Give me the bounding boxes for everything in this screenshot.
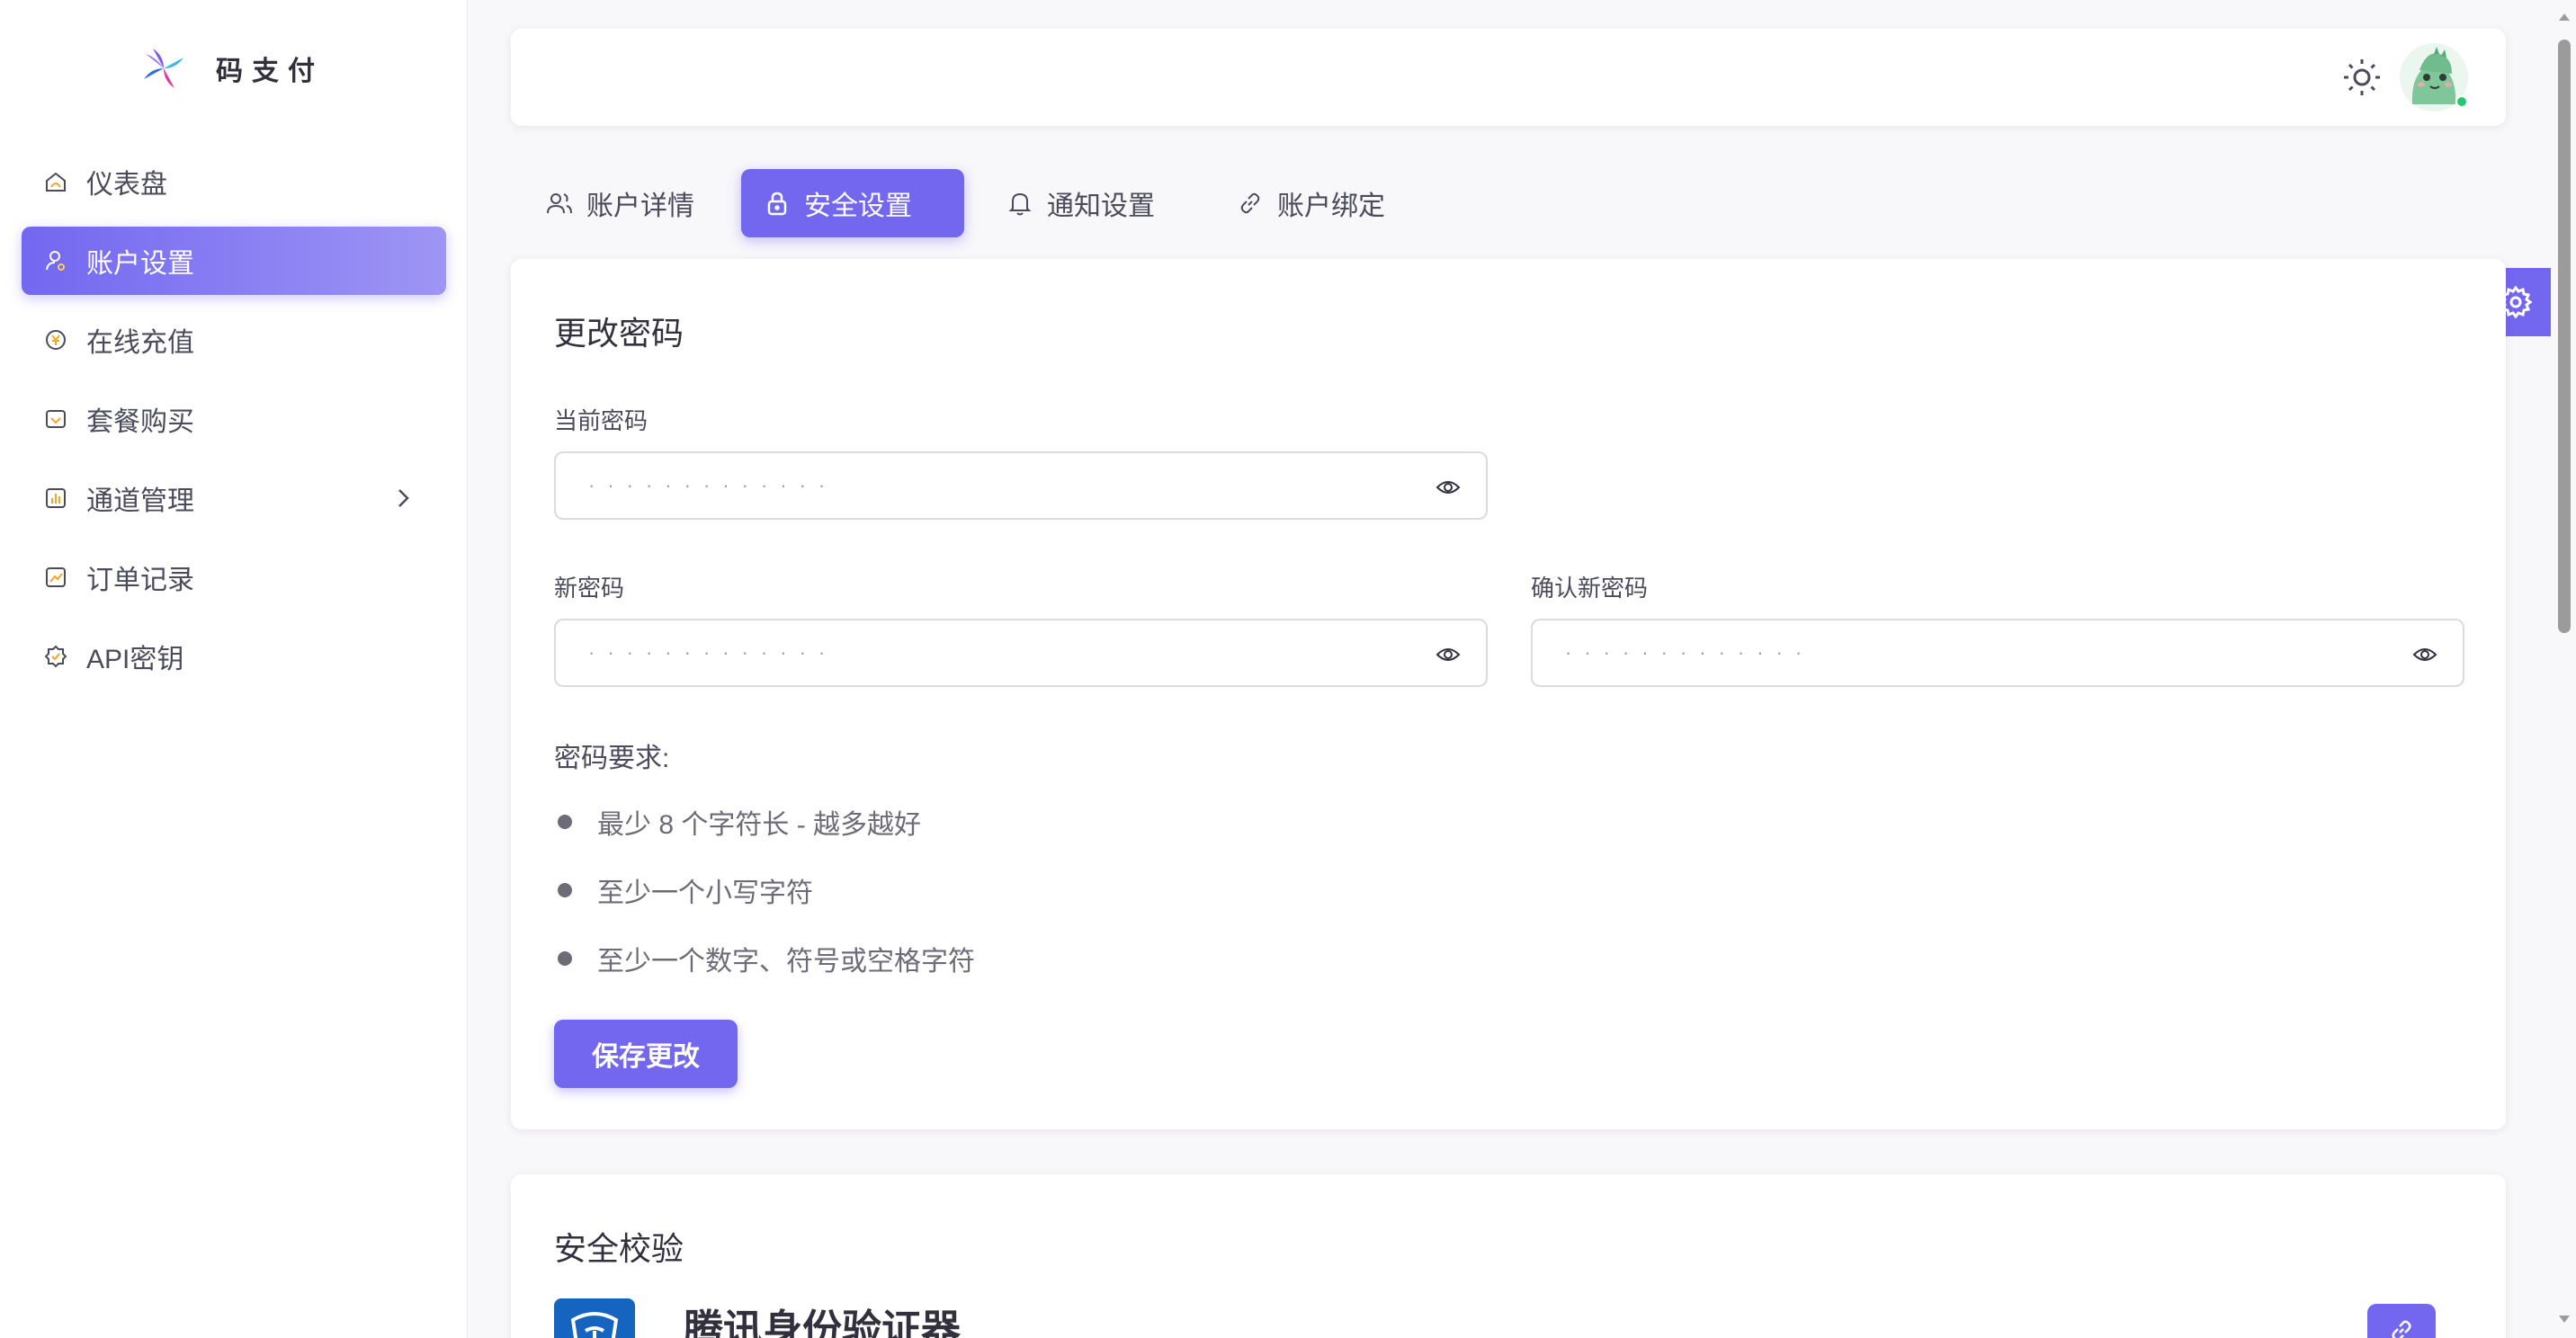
sidebar-item-label: 账户设置 <box>86 249 194 279</box>
sidebar-item-account-settings[interactable]: 账户设置 <box>22 227 446 295</box>
password-mask: ············· <box>588 474 838 496</box>
tab-account-binding[interactable]: 账户绑定 <box>1214 169 1407 237</box>
sidebar-item-label: 订单记录 <box>86 566 194 595</box>
sidebar-item-label: 在线充值 <box>86 328 194 358</box>
dashboard-icon <box>43 169 68 194</box>
shield-icon <box>570 1312 619 1338</box>
current-password-field[interactable]: ············· <box>554 451 1488 520</box>
sidebar-item-package[interactable]: 套餐购买 <box>22 385 446 453</box>
eye-icon[interactable] <box>2412 642 2437 667</box>
bullet <box>558 815 572 829</box>
bind-authenticator-button[interactable] <box>2367 1304 2436 1338</box>
tab-account-details[interactable]: 账户详情 <box>523 169 716 237</box>
sidebar-item-label: API密钥 <box>86 645 184 674</box>
change-password-card: 更改密码 当前密码 ············· 新密码 ············… <box>511 259 2506 1129</box>
eye-icon[interactable] <box>1436 475 1461 500</box>
new-password-label: 新密码 <box>554 575 625 602</box>
brand[interactable]: 码支付 <box>137 41 324 95</box>
tab-label: 账户绑定 <box>1277 192 1385 221</box>
scroll-thumb[interactable] <box>2558 40 2571 633</box>
requirements-title: 密码要求: <box>554 744 670 773</box>
sidebar-item-recharge[interactable]: 在线充值 <box>22 306 446 374</box>
page-scrollbar[interactable] <box>2553 0 2576 1338</box>
top-navbar <box>511 29 2506 126</box>
card-title: 更改密码 <box>554 315 684 352</box>
authenticator-name: 腾讯身份验证器 <box>684 1307 961 1338</box>
confirm-password-label: 确认新密码 <box>1531 575 1649 602</box>
scroll-down-arrow-icon[interactable] <box>2557 1313 2572 1325</box>
bullet <box>558 951 572 966</box>
security-verification-card: 安全校验 腾讯身份验证器 <box>511 1174 2506 1338</box>
sidebar-item-label: 通道管理 <box>86 486 194 516</box>
requirement-item: 至少一个小写字符 <box>554 870 813 910</box>
requirement-text: 至少一个小写字符 <box>597 879 813 908</box>
tab-security[interactable]: 安全设置 <box>741 169 964 237</box>
requirement-text: 最少 8 个字符长 - 越多越好 <box>597 810 922 840</box>
requirement-item: 至少一个数字、符号或空格字符 <box>554 939 975 978</box>
scroll-up-arrow-icon[interactable] <box>2557 11 2572 23</box>
card-title: 安全校验 <box>554 1230 684 1267</box>
coin-icon <box>43 327 68 352</box>
package-icon <box>43 406 68 432</box>
brand-name: 码支付 <box>216 57 324 86</box>
lock-icon <box>767 192 787 216</box>
user-settings-icon <box>43 248 68 273</box>
trend-icon <box>43 565 68 590</box>
users-icon <box>547 193 572 214</box>
tab-notifications[interactable]: 通知设置 <box>984 169 1176 237</box>
theme-toggle-sun-icon[interactable] <box>2340 56 2384 99</box>
tab-label: 安全设置 <box>804 192 912 221</box>
new-password-field[interactable]: ············· <box>554 619 1488 687</box>
tab-label: 通知设置 <box>1047 192 1155 221</box>
user-avatar[interactable] <box>2400 43 2468 112</box>
bell-icon <box>1008 192 1032 216</box>
password-mask: ············· <box>1565 641 1815 664</box>
sidebar-item-channel[interactable]: 通道管理 <box>22 464 446 532</box>
eye-icon[interactable] <box>1436 642 1461 667</box>
bullet <box>558 883 572 897</box>
chevron-right-icon <box>398 489 409 507</box>
sidebar-item-label: 套餐购买 <box>86 407 194 437</box>
sidebar-item-api-key[interactable]: API密钥 <box>22 622 446 691</box>
chart-icon <box>43 486 68 511</box>
password-mask: ············· <box>588 641 838 664</box>
sidebar-item-label: 仪表盘 <box>86 170 167 200</box>
tab-label: 账户详情 <box>586 192 694 221</box>
link-icon <box>1240 192 1260 214</box>
requirement-text: 至少一个数字、符号或空格字符 <box>597 947 975 977</box>
requirement-item: 最少 8 个字符长 - 越多越好 <box>554 802 921 842</box>
brand-logo-icon <box>144 49 183 88</box>
sidebar: 码支付 仪表盘 账户设置 在线充值 套餐购买 通道管理 订单记录 API密钥 <box>0 0 468 1338</box>
confirm-password-field[interactable]: ············· <box>1531 619 2464 687</box>
key-badge-icon <box>43 644 68 669</box>
current-password-label: 当前密码 <box>554 407 648 434</box>
authenticator-logo <box>554 1298 635 1338</box>
save-changes-button[interactable]: 保存更改 <box>554 1020 738 1088</box>
sidebar-item-dashboard[interactable]: 仪表盘 <box>22 147 446 216</box>
link-icon <box>2392 1320 2411 1338</box>
online-status-dot <box>2455 95 2468 108</box>
sidebar-item-orders[interactable]: 订单记录 <box>22 543 446 611</box>
